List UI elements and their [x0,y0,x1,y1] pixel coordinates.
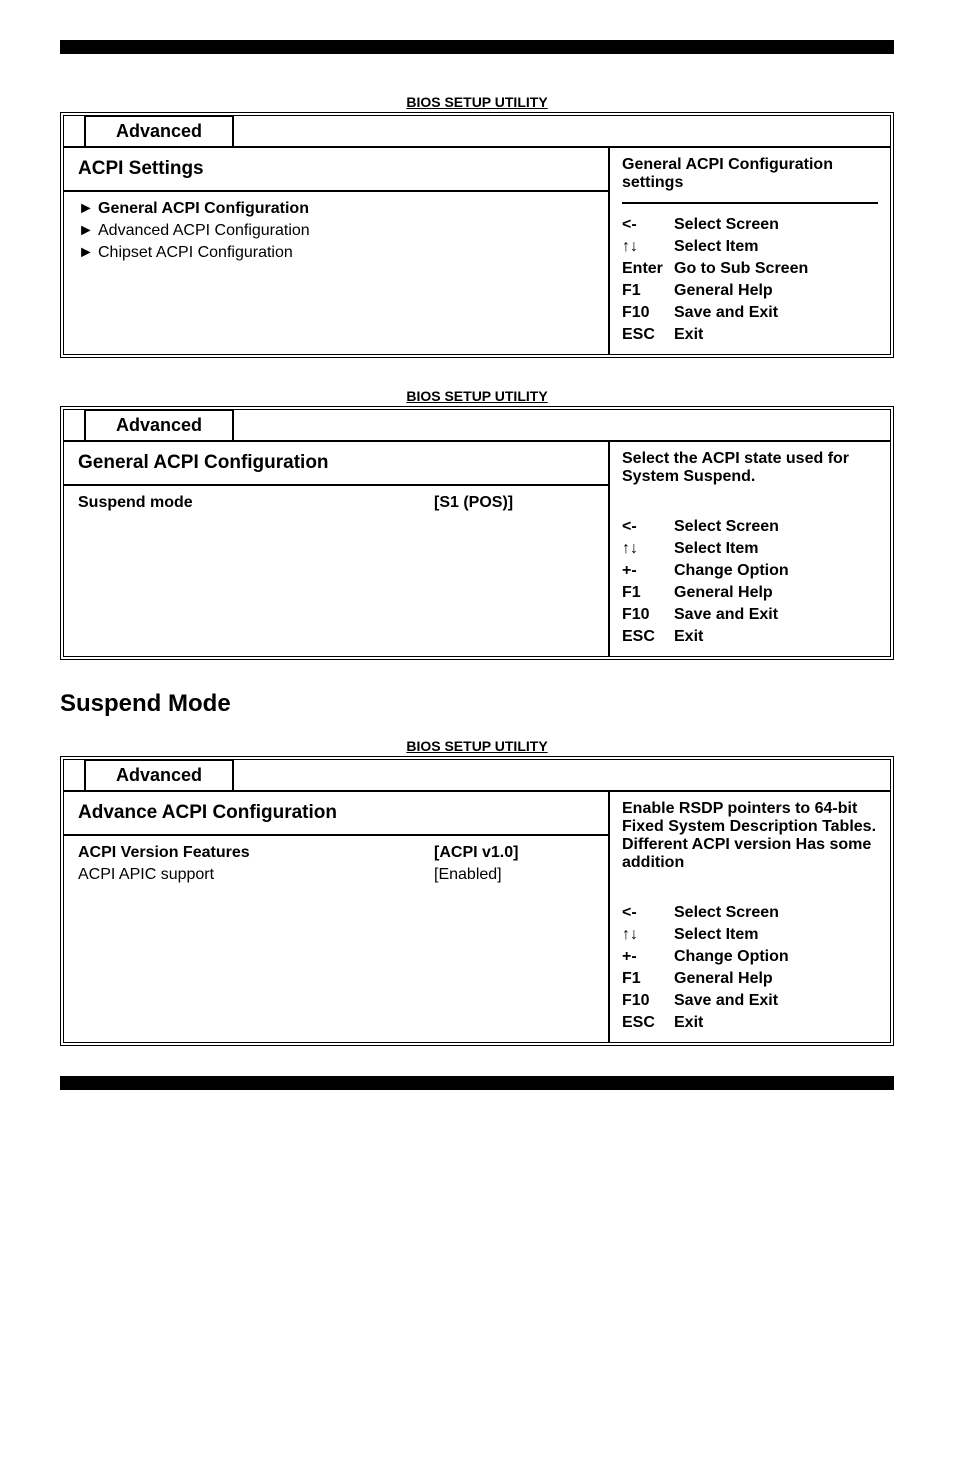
submenu-arrow-icon: ► [78,200,98,218]
bios-panel-advance-acpi: Advanced Advance ACPI Configuration ACPI… [60,756,894,1046]
panel-heading: ACPI Settings [64,148,608,192]
tab-advanced[interactable]: Advanced [84,409,234,440]
bios-title: BIOS SETUP UTILITY [60,738,894,754]
bios-panel-acpi-settings: Advanced ACPI Settings ► General ACPI Co… [60,112,894,358]
menu-item[interactable]: ACPI Version Features [ACPI v1.0] [78,842,594,864]
submenu-arrow-icon: ► [78,222,98,240]
menu-item[interactable]: ► Advanced ACPI Configuration [78,220,594,242]
top-divider [60,40,894,54]
tab-advanced[interactable]: Advanced [84,759,234,790]
bios-title: BIOS SETUP UTILITY [60,388,894,404]
submenu-arrow-icon: ► [78,244,98,262]
menu-item[interactable]: ► General ACPI Configuration [78,198,594,220]
section-heading-suspend-mode: Suspend Mode [60,690,894,718]
key-legend: <-Select Screen ↑↓Select Item +-Change O… [622,516,878,648]
bios-panel-general-acpi: Advanced General ACPI Configuration Susp… [60,406,894,660]
bottom-divider [60,1076,894,1090]
menu-item[interactable]: ACPI APIC support [Enabled] [78,864,594,886]
tab-advanced[interactable]: Advanced [84,115,234,146]
key-legend: <-Select Screen ↑↓Select Item EnterGo to… [622,214,878,346]
help-text: General ACPI Configuration settings [622,156,878,204]
key-legend: <-Select Screen ↑↓Select Item +-Change O… [622,902,878,1034]
menu-item[interactable]: Suspend mode [S1 (POS)] [78,492,594,514]
panel-heading: Advance ACPI Configuration [64,792,608,836]
help-text: Select the ACPI state used for System Su… [622,450,878,496]
help-text: Enable RSDP pointers to 64-bit Fixed Sys… [622,800,878,882]
menu-item[interactable]: ► Chipset ACPI Configuration [78,242,594,264]
panel-heading: General ACPI Configuration [64,442,608,486]
bios-title: BIOS SETUP UTILITY [60,94,894,110]
